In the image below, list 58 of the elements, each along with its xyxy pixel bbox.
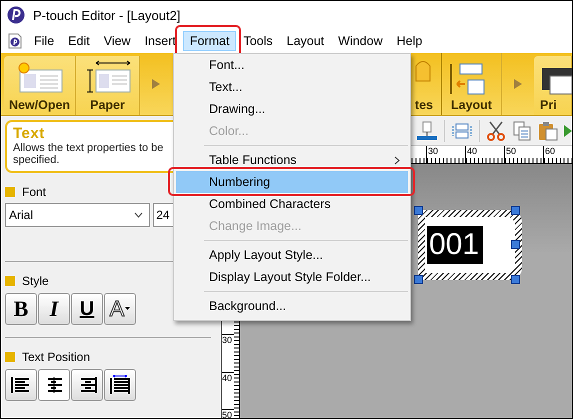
cut-icon — [486, 120, 506, 140]
ribbon-button[interactable]: Layout — [442, 53, 502, 115]
resize-handle[interactable] — [511, 206, 520, 215]
menu-item[interactable]: Window — [331, 31, 390, 51]
ruler-label: 50 — [222, 409, 234, 418]
menu-item[interactable]: Help — [390, 31, 430, 51]
ruler-label: 40 — [222, 372, 234, 409]
menu-entry[interactable]: Numbering — [176, 171, 408, 193]
menu-entry[interactable]: Apply Layout Style... — [176, 244, 408, 266]
play-arrow-icon — [514, 79, 522, 89]
align-justify-icon — [110, 375, 130, 395]
panel-description: Allows the text properties to be specified. — [13, 142, 164, 166]
menu-entry[interactable]: Background... — [176, 295, 408, 317]
align-button[interactable] — [71, 369, 103, 401]
menu-item[interactable]: Format — [182, 31, 236, 51]
menu-item[interactable]: Layout — [280, 31, 332, 51]
ruler-label: 30 — [222, 334, 234, 372]
play-arrow-icon — [152, 79, 160, 89]
stack-icon — [416, 120, 438, 140]
menu-entry[interactable]: Table Functions — [176, 149, 408, 171]
menu-item[interactable]: Edit — [61, 31, 97, 51]
caret-icon — [125, 307, 130, 311]
menu-item[interactable]: File — [27, 31, 62, 51]
ribbon-button[interactable]: Pri — [534, 56, 572, 115]
style-button[interactable]: B — [5, 293, 37, 325]
section-heading: Text Position — [22, 350, 90, 364]
templates-icon — [415, 60, 431, 82]
menu-item[interactable]: Insert — [138, 31, 183, 51]
chevron-down-icon — [134, 212, 144, 218]
bullet-icon — [5, 276, 15, 286]
paste-icon — [538, 120, 558, 140]
resize-handle[interactable] — [414, 275, 423, 284]
menu-entry[interactable]: Display Layout Style Folder... — [176, 266, 408, 288]
document-icon — [7, 33, 23, 49]
resize-handle[interactable] — [511, 275, 520, 284]
style-button[interactable]: U — [71, 293, 103, 325]
align-button[interactable] — [38, 369, 70, 401]
menu-item[interactable]: View — [96, 31, 138, 51]
align-button[interactable] — [5, 369, 37, 401]
ribbon-button[interactable]: New/Open — [4, 56, 76, 115]
window-title: P-touch Editor - [Layout2] — [33, 8, 180, 22]
align-left-icon — [11, 375, 31, 395]
menu-item[interactable]: Tools — [236, 31, 280, 51]
align-button[interactable] — [104, 369, 136, 401]
resize-handle[interactable] — [511, 240, 520, 249]
app-logo-icon — [7, 6, 25, 24]
section-heading: Font — [22, 185, 46, 199]
resize-handle[interactable] — [414, 206, 423, 215]
copy-icon — [512, 120, 532, 140]
font-dropdown[interactable]: Arial — [5, 203, 150, 227]
ribbon-button[interactable]: Paper — [76, 56, 140, 115]
number-text: 001 — [427, 226, 484, 264]
bullet-icon — [5, 187, 15, 197]
section-heading: Style — [22, 274, 49, 288]
style-button[interactable]: I — [38, 293, 70, 325]
menu-entry[interactable]: Combined Characters — [176, 193, 408, 215]
bullet-icon — [5, 352, 15, 362]
chevron-right-icon — [394, 156, 400, 164]
